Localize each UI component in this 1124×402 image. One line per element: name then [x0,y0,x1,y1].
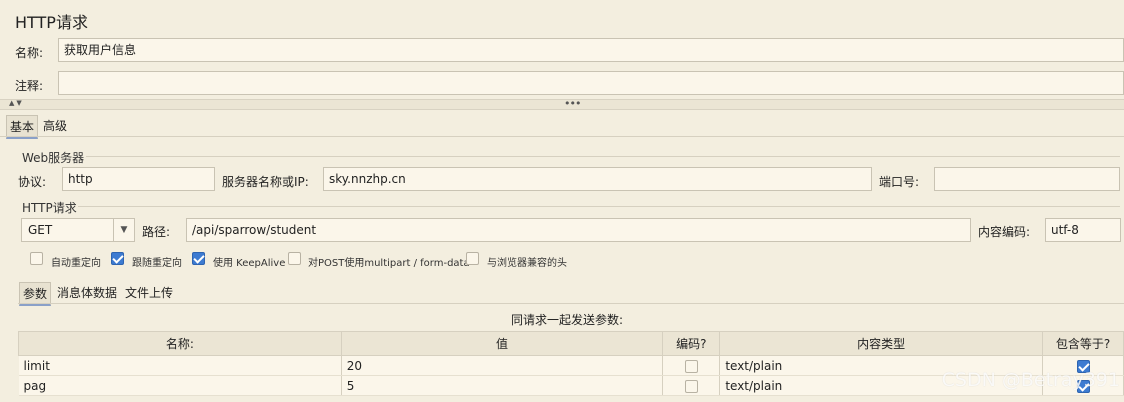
encode-checkbox[interactable] [684,379,698,393]
port-label: 端口号: [879,175,920,189]
tab-body-data[interactable]: 消息体数据 [54,282,120,303]
comment-label: 注释: [15,79,44,93]
param-name-cell[interactable]: pag [18,375,342,396]
column-header-include-equals[interactable]: 包含等于? [1042,331,1124,356]
param-encode-cell[interactable] [662,355,721,376]
drag-grip-icon[interactable]: ••• [564,97,581,110]
chevron-down-icon[interactable]: ▼ [113,219,134,241]
follow-redirect-label: 跟随重定向 [132,258,182,269]
collapse-arrows-icon[interactable]: ▲▼ [9,99,24,107]
protocol-label: 协议: [18,175,47,189]
method-select[interactable]: GET ▼ [21,218,135,242]
path-label: 路径: [142,225,171,239]
encode-checkbox[interactable] [684,359,698,373]
param-value-cell[interactable]: 5 [341,375,664,396]
group-line [78,206,1120,207]
multipart-label: 对POST使用multipart / form-data [308,258,470,269]
column-header-name[interactable]: 名称: [18,331,342,356]
sub-tab-divider [18,303,1124,304]
column-header-content-type[interactable]: 内容类型 [719,331,1044,356]
keepalive-label: 使用 KeepAlive [213,258,286,269]
name-label: 名称: [15,46,44,60]
multipart-checkbox[interactable] [288,252,301,265]
group-line [86,156,1120,157]
path-field[interactable]: /api/sparrow/student [186,218,971,242]
split-pane-divider[interactable] [0,99,1124,110]
browser-headers-label: 与浏览器兼容的头 [487,258,567,269]
web-server-group-title: Web服务器 [22,151,85,165]
param-name-cell[interactable]: limit [18,355,342,376]
server-field[interactable]: sky.nnzhp.cn [323,167,872,191]
http-request-group-title: HTTP请求 [22,201,77,215]
param-value-cell[interactable]: 20 [341,355,664,376]
panel-title: HTTP请求 [15,13,88,32]
encoding-label: 内容编码: [978,225,1031,239]
tab-file-upload[interactable]: 文件上传 [122,282,176,303]
params-caption: 同请求一起发送参数: [511,313,624,327]
column-header-value[interactable]: 值 [340,331,664,356]
column-header-encode[interactable]: 编码? [662,331,721,356]
protocol-field[interactable]: http [62,167,215,191]
browser-headers-checkbox[interactable] [466,252,479,265]
param-encode-cell[interactable] [662,375,721,396]
auto-redirect-label: 自动重定向 [51,258,101,269]
name-field[interactable]: 获取用户信息 [58,38,1124,62]
csdn-watermark: CSDN @Betray391 [941,369,1120,391]
encoding-field[interactable]: utf-8 [1045,218,1121,242]
follow-redirect-checkbox[interactable] [111,252,124,265]
server-label: 服务器名称或IP: [222,175,309,189]
tab-advanced[interactable]: 高级 [40,115,70,136]
tab-divider [0,136,1124,137]
method-value: GET [28,223,53,237]
auto-redirect-checkbox[interactable] [30,252,43,265]
keepalive-checkbox[interactable] [192,252,205,265]
port-field[interactable] [934,167,1120,191]
comment-field[interactable] [58,71,1124,95]
